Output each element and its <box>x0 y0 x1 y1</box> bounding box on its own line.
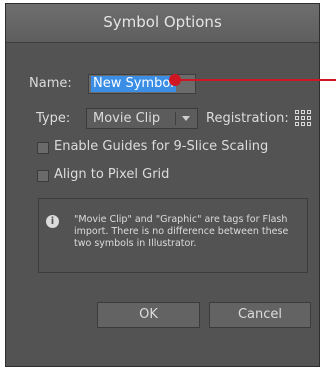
enable-guides-label: Enable Guides for 9-Slice Scaling <box>54 139 269 154</box>
dialog-title: Symbol Options <box>103 13 222 31</box>
select-separator <box>175 112 176 125</box>
chevron-down-icon <box>182 116 190 121</box>
ok-button[interactable]: OK <box>97 302 200 328</box>
callout-dot <box>169 74 181 86</box>
registration-grid-icon[interactable] <box>295 110 311 126</box>
enable-guides-checkbox[interactable] <box>37 142 49 154</box>
dialog-titlebar[interactable]: Symbol Options <box>6 4 319 43</box>
name-label: Name: <box>29 76 72 91</box>
info-text: "Movie Clip" and "Graphic" are tags for … <box>74 214 289 249</box>
align-pixel-grid-label: Align to Pixel Grid <box>54 167 170 182</box>
type-label: Type: <box>36 111 71 126</box>
info-icon: i <box>46 215 59 228</box>
type-select[interactable]: Movie Clip <box>86 108 198 129</box>
align-pixel-grid-checkbox[interactable] <box>37 170 49 182</box>
type-select-value: Movie Clip <box>93 111 161 126</box>
name-input-value: New Symbol <box>91 76 176 92</box>
registration-label: Registration: <box>206 111 289 126</box>
cancel-button[interactable]: Cancel <box>209 302 311 328</box>
symbol-options-dialog: Symbol Options Name: New Symbol Type: Mo… <box>5 3 320 367</box>
callout-line <box>175 79 336 81</box>
